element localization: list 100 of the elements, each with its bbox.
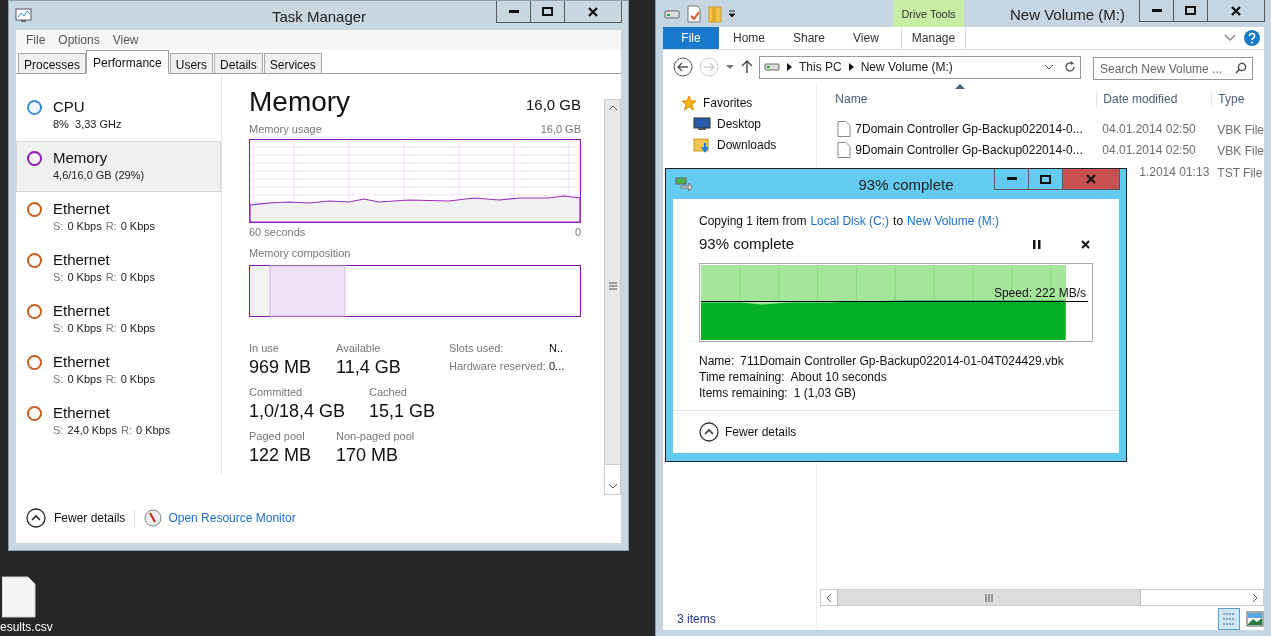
ribbon-tab[interactable]: Share [779, 27, 840, 49]
scroll-up-icon[interactable] [608, 104, 618, 112]
date-modified: 04.01.2014 02:50 [1102, 120, 1196, 138]
stat-value: 969 MB [249, 355, 313, 379]
up-arrow-icon[interactable] [741, 60, 753, 74]
dropdown-icon[interactable] [728, 9, 736, 19]
fewer-details-button[interactable]: Fewer details [54, 509, 126, 527]
address-bar[interactable]: This PC New Volume (M:) [759, 55, 1081, 79]
axis-label: 0 [574, 224, 581, 240]
help-icon[interactable] [1244, 30, 1260, 46]
ribbon-tab[interactable]: File [663, 27, 719, 49]
column-header[interactable]: Name [817, 90, 1097, 108]
scrollbar-thumb[interactable] [837, 590, 1142, 605]
thumbnail-view-button[interactable] [1246, 611, 1264, 627]
document-check-icon[interactable] [686, 5, 702, 23]
chart-max: 16,0 GB [540, 122, 581, 137]
date-modified: 04.01.2014 02:50 [1102, 142, 1196, 160]
resource-name: Ethernet [53, 302, 111, 320]
desktop-icon-label[interactable]: esults.csv [0, 618, 53, 636]
resource-item[interactable]: Ethernet S: 0 Kbps R: 0 Kbps [16, 294, 221, 345]
stat-value: 11,4 GB [336, 355, 402, 379]
column-header[interactable]: Date modified [1096, 90, 1212, 108]
pause-button[interactable] [1033, 239, 1041, 249]
ribbon-tab[interactable]: Home [719, 27, 779, 49]
detail-value: 711Domain Controller Gp-Backup022014-01-04T024429.vbk [740, 352, 1064, 369]
stat-label: Hardware reserved: [449, 358, 547, 373]
chevron-right-icon[interactable] [787, 63, 792, 71]
send-label: S: [53, 321, 64, 336]
detail-label: Name: [699, 352, 735, 369]
close-icon [588, 6, 598, 17]
recent-locations-icon[interactable] [725, 64, 735, 70]
window-title: New Volume (M:) [1010, 5, 1126, 25]
resource-detail: 8% 3,33 GHz [53, 117, 122, 132]
horizontal-scrollbar[interactable] [820, 589, 1264, 606]
source-link[interactable]: Local Disk (C:) [810, 212, 890, 230]
tab[interactable]: Processes [18, 53, 87, 73]
chevron-up-icon[interactable] [699, 422, 719, 442]
detail-label: Time remaining: [699, 368, 785, 385]
file-icon[interactable] [2, 576, 36, 618]
resource-name: Ethernet [53, 200, 111, 218]
send-rate: 0 Kbps [67, 372, 102, 387]
resource-item[interactable]: CPU 8% 3,33 GHz [16, 90, 221, 141]
ribbon-tab[interactable]: View [839, 27, 893, 49]
send-label: S: [53, 423, 64, 438]
receive-rate: 0 Kbps [120, 219, 155, 234]
detail-value: 1 (1,03 GB) [793, 384, 856, 401]
minimize-icon [1006, 177, 1017, 181]
star-icon [681, 95, 697, 111]
tab[interactable]: Users [169, 53, 214, 73]
chevron-down-icon[interactable] [1044, 64, 1054, 70]
back-button[interactable] [673, 57, 693, 77]
breadcrumb-item[interactable]: This PC [799, 58, 842, 76]
vertical-scrollbar[interactable] [604, 99, 621, 495]
menu-item[interactable]: Options [58, 31, 100, 49]
resource-item[interactable]: Ethernet S: 0 Kbps R: 0 Kbps [16, 243, 221, 294]
scroll-right-icon[interactable] [1250, 593, 1260, 603]
chevron-right-icon[interactable] [848, 63, 854, 71]
nav-item[interactable]: Downloads [717, 136, 777, 154]
nav-item[interactable]: Desktop [717, 115, 762, 133]
resource-item[interactable]: Ethernet S: 0 Kbps R: 0 Kbps [16, 192, 221, 243]
chevron-up-icon[interactable] [26, 508, 46, 528]
detail-label: Items remaining: [699, 384, 788, 401]
chevron-down-icon[interactable] [1224, 34, 1236, 42]
resource-item[interactable]: Ethernet S: 24,0 Kbps R: 0 Kbps [16, 396, 221, 447]
close-icon [1231, 5, 1241, 16]
sort-arrow-icon [955, 84, 966, 89]
minimize-icon [1151, 8, 1162, 13]
receive-rate: 0 Kbps [120, 321, 155, 336]
fewer-details-button[interactable]: Fewer details [725, 423, 797, 441]
close-icon [1086, 174, 1096, 184]
file-name[interactable]: 7Domain Controller Gp-Backup022014-0... [855, 119, 1083, 138]
search-field[interactable]: Search New Volume ... [1093, 57, 1253, 80]
menu-item[interactable]: View [112, 31, 139, 49]
tab[interactable]: Services [263, 53, 322, 73]
destination-link[interactable]: New Volume (M:) [907, 212, 1000, 230]
monitor-icon [693, 117, 711, 131]
breadcrumb-item[interactable]: New Volume (M:) [860, 58, 953, 76]
stat-label: Slots used: [449, 340, 505, 355]
send-rate: 0 Kbps [67, 270, 102, 285]
column-header[interactable]: Type [1211, 90, 1264, 108]
menu-item[interactable]: File [26, 31, 46, 49]
cancel-button[interactable] [1081, 239, 1090, 249]
stat-value: N.. [549, 340, 565, 355]
date-modified: 1.2014 01:13 [1139, 163, 1210, 181]
tab[interactable]: Performance [86, 50, 169, 74]
file-type: VBK File [1217, 122, 1264, 137]
copy-icon [675, 176, 693, 192]
file-name[interactable]: 9Domain Controller Gp-Backup022014-0... [855, 141, 1083, 160]
resource-item[interactable]: Ethernet S: 0 Kbps R: 0 Kbps [16, 345, 221, 396]
refresh-icon[interactable] [1064, 61, 1076, 73]
nav-header[interactable]: Favorites [703, 94, 753, 112]
copy-description: to [893, 213, 904, 230]
ribbon-tab[interactable]: Manage [900, 27, 967, 49]
scroll-down-icon[interactable] [608, 482, 618, 490]
maximize-icon [1185, 6, 1196, 15]
tab[interactable]: Details [214, 53, 263, 73]
search-icon[interactable] [1235, 61, 1247, 74]
stat-value: 122 MB [249, 443, 313, 467]
resource-item[interactable]: Memory 4,6/16,0 GB (29%) [16, 141, 221, 192]
resource-monitor-link[interactable]: Open Resource Monitor [168, 509, 296, 527]
